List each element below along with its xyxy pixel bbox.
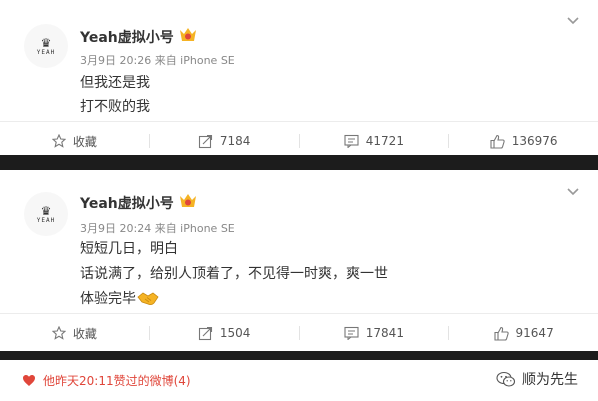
repost-count: 7184 [219,134,251,148]
avatar-text: YEAH [36,48,56,56]
comment-icon [344,326,359,340]
weibo-post: ♛ YEAH Yeah虚拟小号 3月9日 20:26 来自 iPhone SE … [0,0,598,155]
like-button[interactable]: 136976 [449,134,598,149]
post-text-line: 打不败的我 [80,99,150,115]
thumb-up-icon [490,134,505,149]
vip-icon [180,28,196,41]
avatar[interactable]: ♛ YEAH [24,192,68,236]
comment-icon [344,134,359,148]
post-text-line: 但我还是我 [80,75,150,91]
username[interactable]: Yeah虚拟小号 [80,27,174,47]
favorite-label: 收藏 [72,134,97,149]
post-meta: 3月9日 20:24 来自 iPhone SE [80,222,235,235]
repost-button[interactable]: 7184 [150,134,299,149]
action-bar: 收藏 1504 17841 91647 [0,313,598,352]
post-text: 体验完毕 [80,291,136,307]
weibo-post: ♛ YEAH Yeah虚拟小号 3月9日 20:24 来自 iPhone SE … [0,170,598,351]
avatar-text: YEAH [36,216,56,224]
brand-name: 顺为先生 [522,372,578,388]
username[interactable]: Yeah虚拟小号 [80,193,174,213]
crown-icon: ♛ [40,203,52,218]
post-text-line: 体验完毕 [80,288,159,308]
repost-icon [198,326,212,340]
comment-button[interactable]: 17841 [300,326,449,340]
thumb-up-icon [493,326,509,341]
favorite-button[interactable]: 收藏 [0,133,149,150]
repost-icon [198,134,212,148]
handshake-emoji [137,292,159,306]
chevron-down-icon[interactable] [566,187,580,197]
like-count: 136976 [511,134,558,148]
liked-posts-link[interactable]: 他昨天20:11赞过的微博(4) [22,372,191,389]
repost-count: 1504 [219,326,251,340]
like-button[interactable]: 91647 [449,326,598,341]
liked-posts-bar: 他昨天20:11赞过的微博(4) 顺为先生 [0,360,598,401]
favorite-button[interactable]: 收藏 [0,325,149,342]
comment-count: 17841 [365,326,404,340]
avatar[interactable]: ♛ YEAH [24,24,68,68]
favorite-label: 收藏 [72,326,97,341]
comment-count: 41721 [365,134,404,148]
chevron-down-icon[interactable] [566,16,580,26]
heart-icon [23,375,35,386]
vip-icon [180,194,196,207]
like-count: 91647 [515,326,554,340]
repost-button[interactable]: 1504 [150,326,299,341]
action-bar: 收藏 7184 41721 136976 [0,121,598,160]
star-icon [51,326,66,340]
crown-icon: ♛ [40,35,52,50]
star-icon [51,134,66,148]
liked-posts-text: 他昨天20:11赞过的微博(4) [43,374,191,388]
comment-button[interactable]: 41721 [300,134,449,148]
post-meta: 3月9日 20:26 来自 iPhone SE [80,54,235,67]
brand-watermark: 顺为先生 [496,369,578,389]
wechat-icon [496,371,516,387]
post-text-line: 短短几日，明白 [80,241,178,257]
post-text-line: 话说满了，给别人顶着了，不见得一时爽，爽一世 [80,266,388,282]
